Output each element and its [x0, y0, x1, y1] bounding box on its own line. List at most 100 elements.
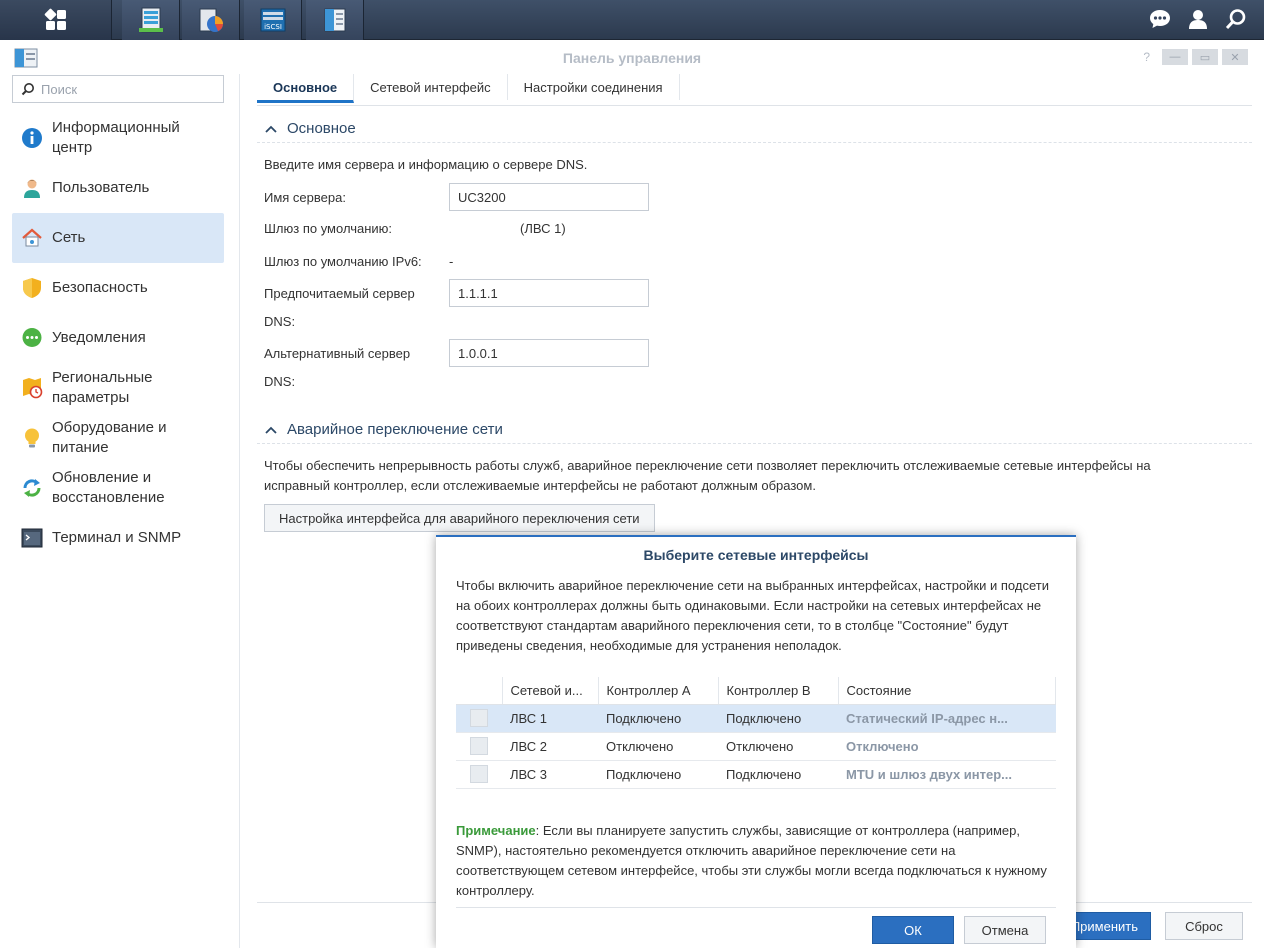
- network-home-icon: [20, 226, 44, 250]
- sidebar-item-regional[interactable]: Региональные параметры: [12, 363, 224, 413]
- controller-b-cell: Подключено: [718, 704, 838, 733]
- sidebar-item-terminal[interactable]: Терминал и SNMP: [12, 513, 224, 563]
- tab-general[interactable]: Основное: [257, 74, 355, 103]
- failover-description: Чтобы обеспечить непрерывность работы сл…: [264, 458, 1151, 473]
- table-row[interactable]: ЛВС 2 Отключено Отключено Отключено: [456, 732, 1056, 761]
- taskbar-tray: [1114, 0, 1264, 40]
- sidebar-item-update[interactable]: Обновление и восстановление: [12, 463, 224, 513]
- row-checkbox-cell: [456, 704, 502, 733]
- sidebar-item-network[interactable]: Сеть: [12, 213, 224, 263]
- sidebar-item-label: Пользователь: [52, 179, 150, 196]
- section-title: Основное: [287, 120, 356, 137]
- dialog-title: Выберите сетевые интерфейсы: [643, 547, 869, 563]
- tab-bar: Основное Сетевой интерфейс Настройки сое…: [257, 74, 1252, 106]
- sidebar-item-label: Уведомления: [52, 329, 146, 346]
- sidebar-item-info-center[interactable]: Информационный центр: [12, 113, 224, 163]
- chat-icon[interactable]: [1148, 7, 1172, 34]
- regional-clock-icon: [20, 376, 44, 400]
- state-cell: Статический IP-адрес н...: [838, 704, 1056, 733]
- gateway-value: (ЛВС 1): [520, 221, 566, 236]
- sidebar-item-hardware[interactable]: Оборудование и питание: [12, 413, 224, 463]
- main-menu-button[interactable]: [0, 0, 112, 40]
- row-checkbox-cell: [456, 732, 502, 761]
- taskbar-app-storage[interactable]: [122, 0, 180, 40]
- close-icon[interactable]: ✕: [1222, 49, 1248, 65]
- sidebar-item-label: Информационный центр: [52, 119, 180, 156]
- user-icon: [20, 176, 44, 200]
- storage-analyzer-icon: [199, 8, 223, 32]
- sidebar-item-security[interactable]: Безопасность: [12, 263, 224, 313]
- section-failover-header[interactable]: Аварийное переключение сети: [265, 421, 503, 438]
- interface-cell: ЛВС 1: [502, 704, 598, 733]
- storage-manager-icon: [138, 7, 163, 33]
- column-header-interface[interactable]: Сетевой и...: [502, 677, 599, 705]
- refresh-icon: [20, 476, 44, 500]
- sidebar: Информационный центр Пользователь Сеть Б…: [0, 74, 240, 948]
- table-row[interactable]: ЛВС 1 Подключено Подключено Статический …: [456, 704, 1056, 733]
- interface-cell: ЛВС 2: [502, 732, 598, 761]
- row-checkbox-cell: [456, 760, 502, 789]
- ok-button[interactable]: ОК: [872, 916, 954, 944]
- dialog-footer-divider: [456, 907, 1056, 908]
- server-name-label: Имя сервера:: [264, 190, 346, 205]
- interfaces-table: Сетевой и... Контроллер A Контроллер B С…: [456, 677, 1056, 789]
- divider: [257, 142, 1252, 143]
- dns-preferred-label-cont: DNS:: [264, 314, 296, 329]
- dns-preferred-field[interactable]: [449, 279, 649, 307]
- server-name-field[interactable]: [449, 183, 649, 211]
- sidebar-item-label: Безопасность: [52, 279, 148, 296]
- taskbar-app-storage-analyzer[interactable]: [182, 0, 240, 40]
- search-input[interactable]: [41, 81, 211, 97]
- dns-alternate-field[interactable]: [449, 339, 649, 367]
- dialog-description: Чтобы включить аварийное переключение се…: [456, 578, 1049, 653]
- tab-network-interface[interactable]: Сетевой интерфейс: [354, 74, 508, 100]
- control-panel-icon: [324, 8, 345, 32]
- tab-connection-settings[interactable]: Настройки соединения: [508, 74, 680, 100]
- controller-a-cell: Подключено: [598, 704, 718, 733]
- column-header-state[interactable]: Состояние: [838, 677, 1056, 705]
- help-icon[interactable]: ?: [1143, 50, 1150, 64]
- cancel-button[interactable]: Отмена: [964, 916, 1046, 944]
- chevron-up-icon: [265, 426, 277, 434]
- dns-preferred-label: Предпочитаемый сервер: [264, 286, 415, 301]
- failover-description-cont: исправный контроллер, если отслеживаемые…: [264, 478, 816, 493]
- iscsi-manager-icon: iSCSI: [260, 8, 285, 32]
- chevron-up-icon: [265, 125, 277, 133]
- taskbar-app-control-panel[interactable]: [306, 0, 364, 40]
- column-header-controller-a[interactable]: Контроллер A: [598, 677, 719, 705]
- sidebar-item-label: Терминал и SNMP: [52, 529, 182, 546]
- select-interfaces-dialog: Выберите сетевые интерфейсы Чтобы включи…: [436, 535, 1076, 948]
- table-header-row: Сетевой и... Контроллер A Контроллер B С…: [456, 677, 1056, 705]
- taskbar-app-iscsi[interactable]: iSCSI: [244, 0, 302, 40]
- window-titlebar[interactable]: Панель управления ? — ▭ ✕: [0, 40, 1264, 74]
- section-general-header[interactable]: Основное: [265, 120, 356, 137]
- user-account-icon[interactable]: [1186, 7, 1210, 34]
- sidebar-item-user[interactable]: Пользователь: [12, 163, 224, 213]
- info-icon: [20, 126, 44, 150]
- note-label: Примечание: [456, 823, 536, 838]
- search-box[interactable]: [12, 75, 224, 103]
- controller-a-cell: Отключено: [598, 732, 718, 761]
- search-icon[interactable]: [1224, 7, 1248, 34]
- column-header-select[interactable]: [456, 677, 503, 705]
- taskbar: iSCSI: [0, 0, 1264, 40]
- svg-text:iSCSI: iSCSI: [264, 23, 282, 31]
- terminal-icon: [20, 526, 44, 550]
- dns-alternate-label: Альтернативный сервер: [264, 346, 411, 361]
- shield-icon: [20, 276, 44, 300]
- minimize-icon[interactable]: —: [1162, 49, 1188, 65]
- table-row[interactable]: ЛВС 3 Подключено Подключено MTU и шлюз д…: [456, 760, 1056, 789]
- note-text: : Если вы планируете запустить службы, з…: [456, 823, 1047, 898]
- maximize-icon[interactable]: ▭: [1192, 49, 1218, 65]
- row-checkbox[interactable]: [470, 737, 488, 755]
- sidebar-item-notifications[interactable]: Уведомления: [12, 313, 224, 363]
- general-intro: Введите имя сервера и информацию о серве…: [264, 157, 588, 172]
- column-header-controller-b[interactable]: Контроллер B: [718, 677, 839, 705]
- failover-settings-button[interactable]: Настройка интерфейса для аварийного пере…: [264, 504, 655, 532]
- sidebar-item-label: Оборудование и питание: [52, 419, 167, 456]
- state-cell: MTU и шлюз двух интер...: [838, 760, 1056, 789]
- row-checkbox[interactable]: [470, 709, 488, 727]
- reset-button[interactable]: Сброс: [1165, 912, 1243, 940]
- row-checkbox[interactable]: [470, 765, 488, 783]
- window-controls: ? — ▭ ✕: [1143, 49, 1248, 65]
